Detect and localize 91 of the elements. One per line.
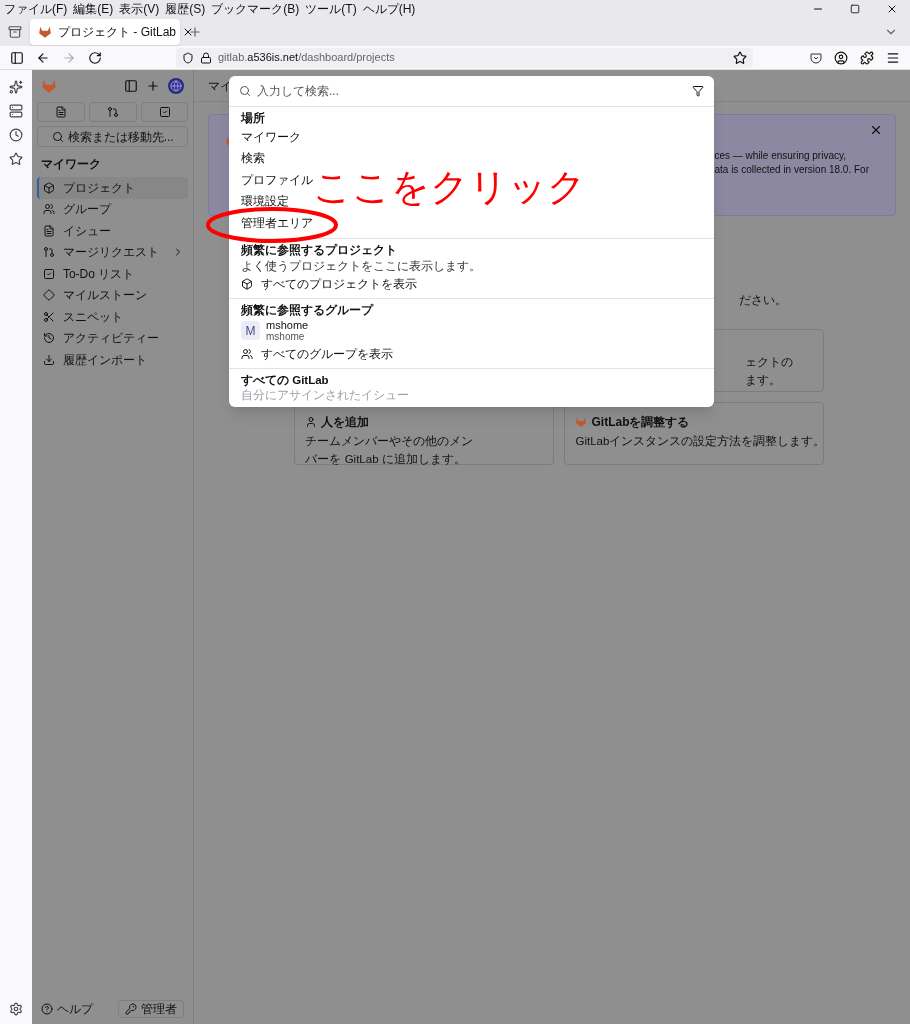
project-icon [42, 181, 55, 194]
card-text: チームメンバーやその他のメン [305, 434, 475, 449]
issue-icon [54, 106, 67, 118]
todo-icon [158, 106, 171, 118]
issue-icon [42, 224, 55, 237]
menu-item[interactable]: ファイル(F) [4, 1, 68, 16]
help-icon [40, 1003, 53, 1015]
person-icon [305, 416, 318, 428]
menu-item[interactable]: 履歴(S) [165, 1, 206, 16]
star-icon[interactable] [733, 50, 747, 65]
section-heading: 場所 [239, 111, 266, 126]
card-text: ェクトの [745, 355, 795, 370]
nav-item[interactable]: グループ [36, 198, 189, 220]
history-icon [42, 332, 55, 345]
search-icon [239, 85, 251, 97]
shortcut-button[interactable] [140, 102, 189, 122]
plus-icon[interactable] [146, 79, 161, 93]
search-field[interactable]: 入力して検索... [257, 82, 686, 100]
result-item[interactable]: すべてのプロジェクトを表示 [237, 273, 421, 294]
search-icon [51, 130, 64, 143]
lock-icon [200, 51, 212, 64]
user-avatar[interactable] [168, 78, 185, 94]
result-item[interactable]: 環境設定 [237, 194, 293, 209]
result-item[interactable]: 検索 [237, 151, 269, 166]
address-bar[interactable]: gitlab.a536is.net/dashboard/projects [176, 47, 753, 68]
new-tab-icon[interactable] [188, 24, 202, 39]
todo-icon [42, 267, 55, 280]
section-heading: 頻繁に参照するグループ [240, 302, 375, 318]
group-name[interactable]: mshome [266, 319, 309, 331]
fox-logo-icon[interactable] [38, 24, 52, 39]
merge-request-icon [42, 246, 55, 259]
sparkles-icon[interactable] [8, 80, 23, 94]
notice-text: ださい。 [739, 293, 788, 307]
tab-title: プロジェクト - GitLab [58, 23, 177, 41]
clock-icon[interactable] [8, 128, 23, 142]
panel-icon[interactable] [124, 79, 139, 93]
sidebar-toggle-icon[interactable] [10, 50, 24, 65]
search-button[interactable]: 検索または移動先... [36, 126, 189, 147]
shortcut-button[interactable] [36, 102, 85, 122]
download-icon [42, 353, 55, 366]
account-icon[interactable] [834, 50, 848, 65]
group-icon [42, 203, 55, 216]
back-icon[interactable] [36, 50, 50, 65]
section-heading: すべての GitLab [240, 372, 330, 388]
shield-icon [182, 51, 194, 64]
maximize-icon[interactable] [850, 3, 860, 14]
merge-request-icon [106, 106, 119, 118]
settings-icon[interactable] [8, 1002, 23, 1016]
help-button[interactable]: ヘルプ [40, 1000, 93, 1018]
nav-item[interactable]: スニペット [36, 306, 189, 328]
group-icon [241, 347, 253, 360]
section-description: よく使うプロジェクトをここに表示します。 [240, 258, 482, 274]
filter-icon[interactable] [692, 85, 704, 97]
nav-item[interactable]: マージリクエスト [36, 241, 189, 263]
menu-item[interactable]: ツール(T) [305, 1, 357, 16]
banner-text: ces — while ensuring privacy, [714, 149, 847, 163]
menu-icon[interactable] [886, 50, 900, 65]
star-icon[interactable] [8, 152, 23, 166]
admin-button[interactable]: 管理者 [118, 1000, 185, 1018]
url-text: gitlab.a536is.net/dashboard/projects [218, 50, 396, 66]
nav-item[interactable]: プロジェクト [36, 177, 189, 199]
section-heading: 頻繁に参照するプロジェクト [240, 242, 398, 258]
project-icon [241, 277, 253, 290]
key-icon [125, 1003, 138, 1015]
nav-item[interactable]: To-Do リスト [36, 263, 189, 285]
server-icon[interactable] [8, 104, 23, 118]
reload-icon[interactable] [88, 50, 102, 65]
menu-item[interactable]: ブックマーク(B) [211, 1, 300, 16]
card-text: バーを GitLab に追加します。 [305, 452, 467, 467]
shield-chevron-icon[interactable] [810, 51, 822, 64]
menu-item[interactable]: 編集(E) [73, 1, 114, 16]
extensions-icon[interactable] [860, 50, 874, 65]
scissors-icon [42, 310, 55, 323]
group-path: mshome [266, 331, 306, 342]
card-title: GitLabを調整する [575, 413, 814, 431]
archive-icon[interactable] [8, 24, 22, 39]
nav-item[interactable]: 履歴インポート [36, 349, 189, 371]
card-text: ます。 [745, 373, 783, 388]
group-avatar: M [241, 321, 260, 340]
nav-item[interactable]: イシュー [36, 220, 189, 242]
milestone-icon [42, 289, 55, 302]
menu-item[interactable]: 表示(V) [119, 1, 160, 16]
result-item[interactable]: マイワーク [237, 129, 305, 144]
nav-item[interactable]: マイルストーン [36, 284, 189, 306]
card-title: 人を追加 [305, 413, 544, 431]
shortcut-button[interactable] [88, 102, 137, 122]
menu-item[interactable]: ヘルプ(H) [362, 1, 416, 16]
result-item[interactable]: すべてのグループを表示 [237, 343, 397, 364]
nav-item[interactable]: アクティビティー [36, 327, 189, 349]
section-title: マイワーク [39, 156, 102, 173]
banner-text: ata is collected in version 18.0. For [714, 163, 869, 177]
